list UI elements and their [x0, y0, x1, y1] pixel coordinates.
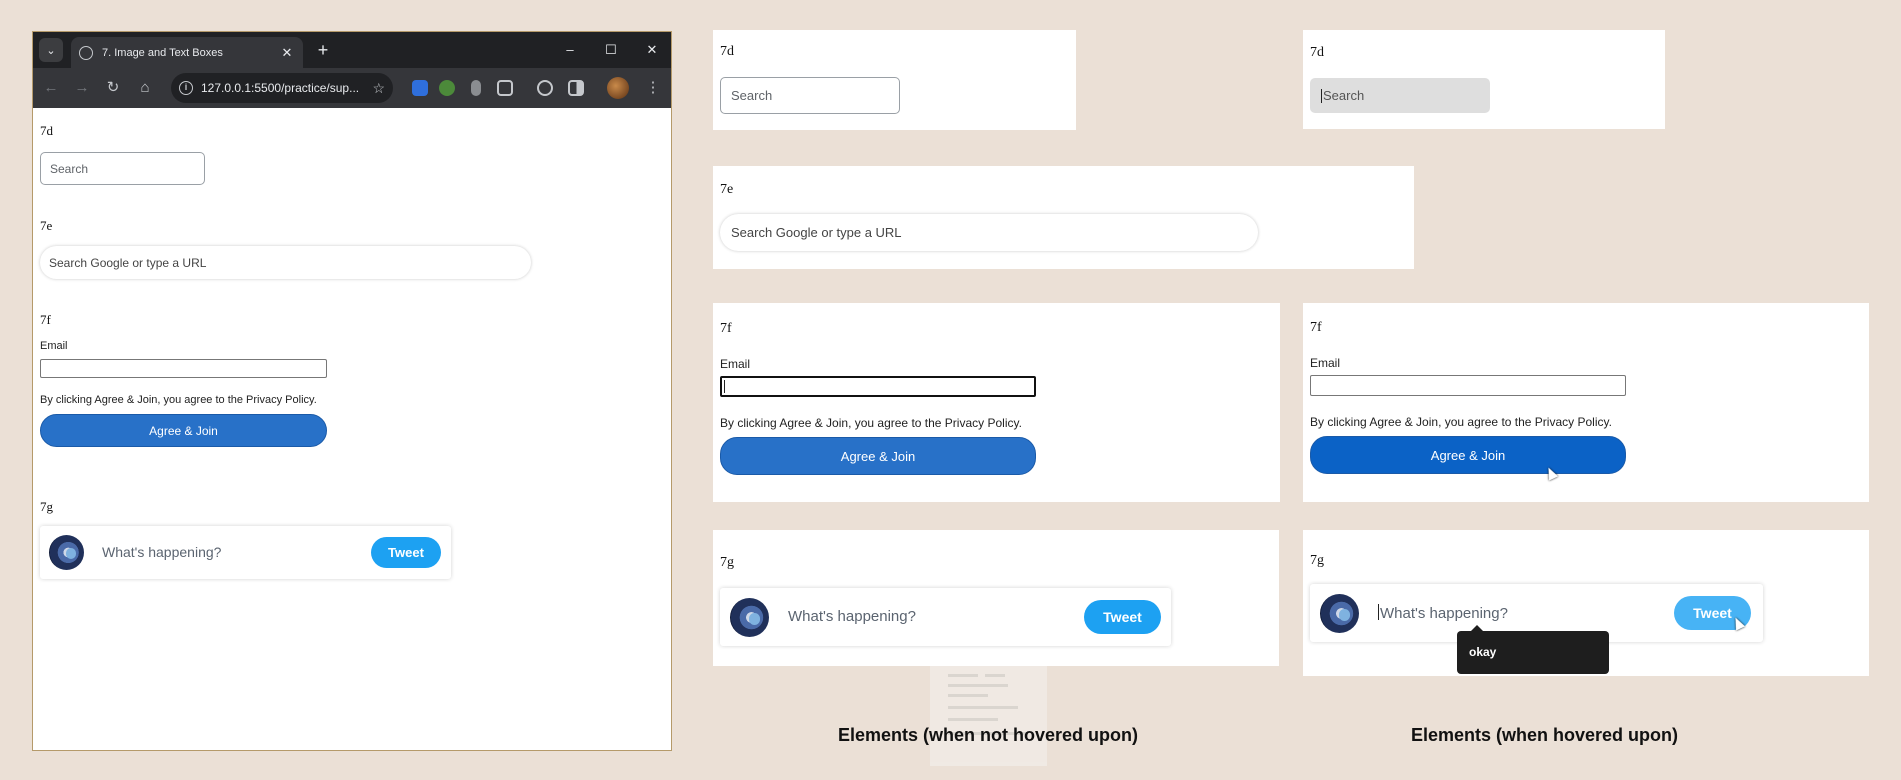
privacy-policy-text: By clicking Agree & Join, you agree to t…	[40, 394, 317, 406]
text-caret	[1321, 88, 1322, 103]
browser-toolbar: ← → ↻ ⌂ i 127.0.0.1:5500/practice/sup...…	[33, 68, 671, 108]
back-icon[interactable]: ←	[39, 76, 63, 100]
page-content: 7d Search 7e Search Google or type a URL…	[33, 108, 671, 750]
extension-icon[interactable]	[439, 80, 455, 96]
address-bar[interactable]: i 127.0.0.1:5500/practice/sup... ☆	[171, 73, 393, 103]
tweet-button[interactable]: Tweet	[371, 537, 441, 568]
panel-7d-hover: 7d Search	[1303, 30, 1665, 129]
agree-join-button[interactable]: Agree & Join	[40, 414, 327, 447]
panel-7g-default: 7g What's happening? Tweet	[713, 530, 1279, 666]
tweet-button[interactable]: Tweet	[1084, 600, 1161, 634]
email-label: Email	[720, 357, 751, 371]
browser-window: ⌄ 7. Image and Text Boxes ✕ + – ☐ ✕ ← → …	[32, 31, 672, 751]
email-field[interactable]	[40, 359, 327, 378]
agree-join-button[interactable]: Agree & Join	[1310, 436, 1626, 474]
side-panel-icon[interactable]	[568, 80, 584, 96]
search-input[interactable]: Search	[40, 152, 205, 185]
email-label: Email	[1310, 356, 1341, 370]
section-label-7e: 7e	[720, 182, 734, 197]
text-caret	[724, 380, 725, 393]
section-label-7g: 7g	[1310, 553, 1324, 568]
tab-search-icon[interactable]: ⌄	[39, 38, 63, 62]
extension-icon[interactable]	[471, 80, 481, 96]
bookmark-star-icon[interactable]: ☆	[372, 80, 385, 97]
google-search-input[interactable]: Search Google or type a URL	[720, 214, 1258, 251]
tooltip: okay	[1457, 625, 1609, 674]
tweet-composer: What's happening? Tweet	[40, 526, 451, 579]
home-icon[interactable]: ⌂	[133, 76, 157, 100]
section-label-7g: 7g	[720, 555, 734, 570]
email-field[interactable]	[1310, 375, 1626, 396]
section-label-7f: 7f	[720, 321, 732, 336]
forward-icon[interactable]: →	[70, 76, 94, 100]
panel-7f-hover: 7f Email By clicking Agree & Join, you a…	[1303, 303, 1869, 502]
privacy-policy-text: By clicking Agree & Join, you agree to t…	[720, 416, 1022, 430]
tweet-composer: What's happening? Tweet	[720, 588, 1171, 646]
section-label-7f: 7f	[40, 312, 51, 327]
email-label: Email	[40, 340, 68, 352]
panel-7f-default: 7f Email By clicking Agree & Join, you a…	[713, 303, 1280, 502]
panel-7g-hover: 7g What's happening? Tweet okay	[1303, 530, 1869, 676]
tab-bar: ⌄ 7. Image and Text Boxes ✕ + – ☐ ✕	[33, 32, 671, 68]
panel-7e-default: 7e Search Google or type a URL	[713, 166, 1414, 269]
new-tab-button[interactable]: +	[311, 38, 335, 62]
avatar	[730, 598, 769, 637]
site-info-icon[interactable]: i	[179, 81, 193, 95]
search-input[interactable]: Search	[1310, 78, 1490, 113]
tweet-input[interactable]: What's happening?	[102, 544, 221, 560]
panel-7d-default: 7d Search	[713, 30, 1076, 130]
tab-active[interactable]: 7. Image and Text Boxes ✕	[71, 37, 303, 68]
profile-avatar[interactable]	[607, 77, 629, 99]
maximize-button[interactable]: ☐	[596, 38, 626, 62]
email-field[interactable]	[720, 376, 1036, 397]
section-label-7d: 7d	[40, 123, 53, 138]
tab-title: 7. Image and Text Boxes	[102, 46, 223, 59]
caption-hovered: Elements (when hovered upon)	[1411, 725, 1679, 745]
close-tab-icon[interactable]: ✕	[279, 45, 295, 61]
extensions-puzzle-icon[interactable]	[497, 80, 513, 96]
section-label-7d: 7d	[1310, 45, 1324, 60]
agree-join-button[interactable]: Agree & Join	[720, 437, 1036, 475]
caption-not-hovered: Elements (when not hovered upon)	[838, 725, 1139, 745]
avatar	[49, 535, 84, 570]
search-placeholder: Search	[731, 88, 773, 103]
performance-icon[interactable]	[537, 80, 553, 96]
reload-icon[interactable]: ↻	[101, 76, 125, 100]
search-placeholder: Search	[1323, 88, 1365, 103]
search-placeholder: Search	[50, 161, 89, 176]
section-label-7d: 7d	[720, 44, 734, 59]
minimize-button[interactable]: –	[555, 38, 585, 62]
avatar	[1320, 594, 1359, 633]
globe-icon	[79, 45, 93, 60]
extension-icon[interactable]	[412, 80, 428, 96]
google-search-placeholder: Search Google or type a URL	[49, 255, 207, 270]
address-url: 127.0.0.1:5500/practice/sup...	[201, 81, 360, 95]
google-search-placeholder: Search Google or type a URL	[731, 225, 902, 240]
menu-icon[interactable]: ⋮	[641, 76, 665, 100]
google-search-input[interactable]: Search Google or type a URL	[40, 246, 531, 279]
text-caret	[1378, 604, 1379, 620]
close-window-button[interactable]: ✕	[637, 38, 667, 62]
tweet-input[interactable]: What's happening?	[788, 608, 916, 625]
thumbnail-preview	[930, 666, 1047, 766]
privacy-policy-text: By clicking Agree & Join, you agree to t…	[1310, 415, 1612, 429]
section-label-7g: 7g	[40, 499, 53, 514]
tweet-input-placeholder: What's happening?	[1380, 605, 1508, 622]
search-input[interactable]: Search	[720, 77, 900, 114]
tweet-input[interactable]: What's happening?	[1378, 604, 1508, 622]
section-label-7e: 7e	[40, 218, 53, 233]
section-label-7f: 7f	[1310, 320, 1322, 335]
